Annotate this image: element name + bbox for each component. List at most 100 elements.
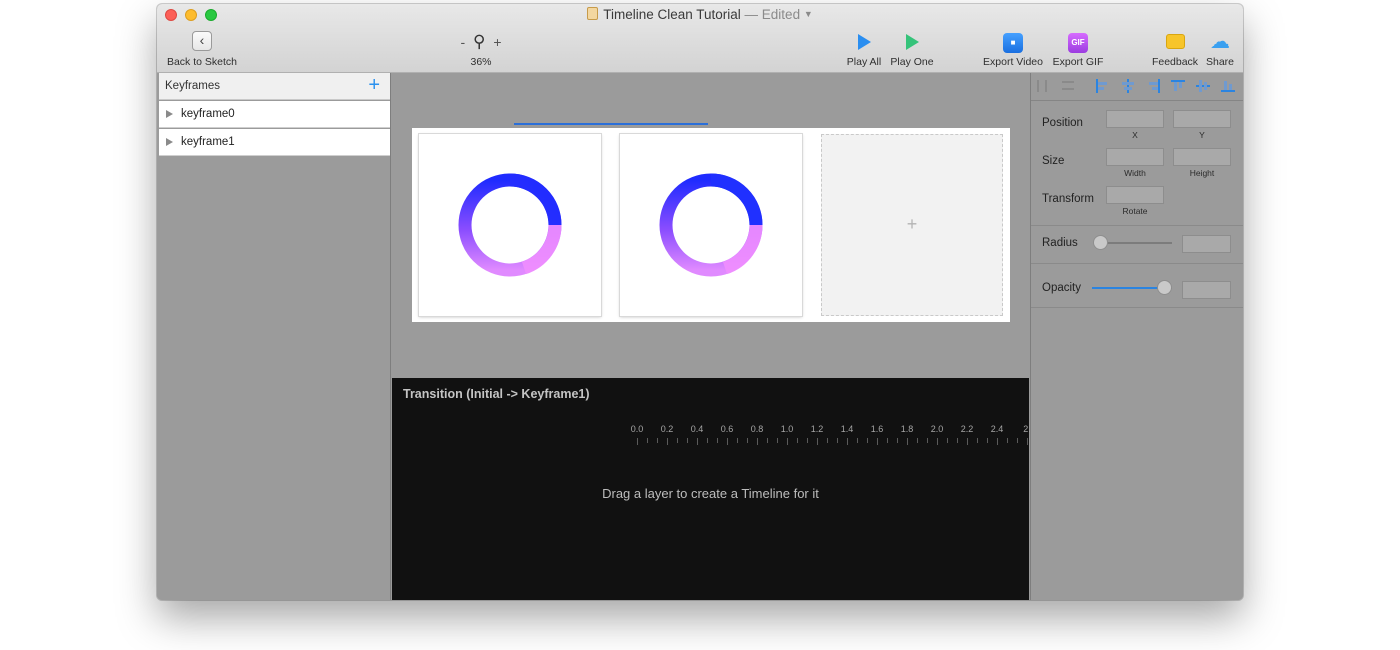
- ruler-tick-label: 0.2: [660, 424, 674, 434]
- ruler-tick: [1027, 438, 1028, 445]
- play-one-button[interactable]: Play One: [888, 31, 936, 68]
- disclosure-triangle-icon[interactable]: [166, 110, 173, 118]
- inspector-panel: Position X Y Size Width Height Transform…: [1030, 73, 1243, 600]
- play-one-label: Play One: [890, 56, 934, 68]
- ruler-tick-label: 0.6: [720, 424, 734, 434]
- ruler-tick: [787, 438, 788, 445]
- width-label: Width: [1124, 168, 1146, 178]
- keyframe-row[interactable]: keyframe0: [159, 101, 390, 128]
- disclosure-triangle-icon[interactable]: [166, 138, 173, 146]
- height-field[interactable]: [1173, 148, 1231, 166]
- position-x-field[interactable]: [1106, 110, 1164, 128]
- align-top-icon[interactable]: [1171, 79, 1185, 93]
- back-to-sketch-label: Back to Sketch: [166, 56, 238, 68]
- ruler-tick: [877, 438, 878, 445]
- ruler-tick: [907, 438, 908, 445]
- rotate-field[interactable]: [1106, 186, 1164, 204]
- feedback-button[interactable]: Feedback: [1150, 31, 1200, 68]
- ruler-tick: [677, 438, 678, 443]
- align-center-vertical-icon[interactable]: [1196, 79, 1210, 93]
- keyframes-title: Keyframes: [165, 80, 220, 92]
- ruler-tick: [927, 438, 928, 443]
- selection-line: [514, 123, 708, 125]
- document-icon: [587, 7, 599, 20]
- opacity-field[interactable]: [1182, 281, 1231, 299]
- align-center-horizontal-icon[interactable]: [1121, 79, 1135, 93]
- canvas: +: [392, 73, 1029, 378]
- transition-title: Transition (Initial -> Keyframe1): [403, 387, 590, 401]
- ruler-tick: [797, 438, 798, 443]
- radius-field[interactable]: [1182, 235, 1231, 253]
- ruler-tick-label: 0.0: [630, 424, 644, 434]
- radius-slider-knob[interactable]: [1093, 235, 1108, 250]
- alignment-toolbar: [1031, 73, 1243, 101]
- ruler-tick: [727, 438, 728, 445]
- distribute-vertical-icon[interactable]: [1061, 79, 1075, 93]
- magnifier-icon: ⚲: [473, 32, 486, 51]
- ruler-tick: [857, 438, 858, 443]
- keyframes-panel: Keyframes + keyframe0 keyframe1: [157, 73, 391, 600]
- play-all-button[interactable]: Play All: [844, 31, 884, 68]
- ruler-tick-label: 1.6: [870, 424, 884, 434]
- align-right-icon[interactable]: [1147, 79, 1161, 93]
- ruler-tick: [637, 438, 638, 445]
- ruler-tick: [687, 438, 688, 443]
- cloud-upload-icon: ☁: [1210, 31, 1230, 53]
- rotate-label: Rotate: [1122, 206, 1148, 216]
- ruler-tick-label: 0.4: [690, 424, 704, 434]
- opacity-slider-fill: [1092, 287, 1164, 289]
- align-left-icon[interactable]: [1095, 79, 1109, 93]
- zoom-level: 36%: [470, 56, 492, 68]
- export-video-button[interactable]: ■ Export Video: [980, 31, 1046, 68]
- zoom-out-button[interactable]: -: [460, 34, 465, 50]
- y-label: Y: [1199, 130, 1205, 140]
- radius-label: Radius: [1042, 237, 1078, 249]
- back-to-sketch-button[interactable]: ‹ Back to Sketch: [165, 31, 239, 68]
- ruler-tick: [847, 438, 848, 445]
- divider: [1031, 225, 1243, 226]
- add-keyframe-button[interactable]: +: [368, 75, 380, 95]
- ruler-tick: [937, 438, 938, 445]
- speech-bubble-icon: [1165, 34, 1185, 49]
- ruler-tick: [827, 438, 828, 443]
- app-window: Timeline Clean Tutorial — Edited ▼ ‹ Bac…: [157, 4, 1243, 600]
- ruler-tick-label: 1.2: [810, 424, 824, 434]
- position-y-field[interactable]: [1173, 110, 1231, 128]
- play-all-label: Play All: [846, 56, 882, 68]
- chevron-down-icon[interactable]: ▼: [804, 9, 813, 19]
- ruler-tick: [757, 438, 758, 445]
- ruler-tick: [697, 438, 698, 445]
- x-label: X: [1132, 130, 1138, 140]
- time-ruler[interactable]: 0.0 0.2 0.4 0.6 0.8 1.0 1.2 1.4 1.6 1.8 2.0 2.2 2.4 2…: [630, 424, 1031, 446]
- position-label: Position: [1042, 117, 1083, 129]
- width-field[interactable]: [1106, 148, 1164, 166]
- export-video-label: Export Video: [983, 56, 1043, 68]
- keyframe-label: keyframe0: [181, 108, 235, 120]
- export-gif-button[interactable]: GIF Export GIF: [1051, 31, 1105, 68]
- keyframe-row[interactable]: keyframe1: [159, 129, 390, 156]
- add-keyframe-slot[interactable]: +: [821, 134, 1003, 316]
- keyframe-thumbnail-1[interactable]: [620, 134, 802, 316]
- progress-ring-icon: [458, 173, 562, 277]
- ruler-tick: [737, 438, 738, 443]
- ruler-tick-label: 2.2: [960, 424, 974, 434]
- chevron-left-icon: ‹: [192, 31, 212, 51]
- ruler-tick: [647, 438, 648, 443]
- window-title-text: Timeline Clean Tutorial: [603, 7, 741, 22]
- zoom-in-button[interactable]: +: [493, 34, 501, 50]
- share-button[interactable]: ☁ Share: [1203, 31, 1237, 68]
- ruler-tick: [887, 438, 888, 443]
- timeline-panel: Transition (Initial -> Keyframe1) 0.0 0.2…: [392, 378, 1031, 600]
- size-label: Size: [1042, 155, 1065, 167]
- distribute-horizontal-icon[interactable]: [1036, 79, 1050, 93]
- ruler-tick: [717, 438, 718, 443]
- opacity-label: Opacity: [1042, 282, 1081, 294]
- play-icon: [857, 34, 871, 50]
- keyframe-thumbnail-initial[interactable]: [419, 134, 601, 316]
- share-label: Share: [1205, 56, 1235, 68]
- opacity-slider-knob[interactable]: [1157, 280, 1172, 295]
- ruler-tick-label: 2.0: [930, 424, 944, 434]
- toolbar: Timeline Clean Tutorial — Edited ▼ ‹ Bac…: [157, 4, 1243, 73]
- align-bottom-icon[interactable]: [1221, 79, 1235, 93]
- divider: [1031, 263, 1243, 264]
